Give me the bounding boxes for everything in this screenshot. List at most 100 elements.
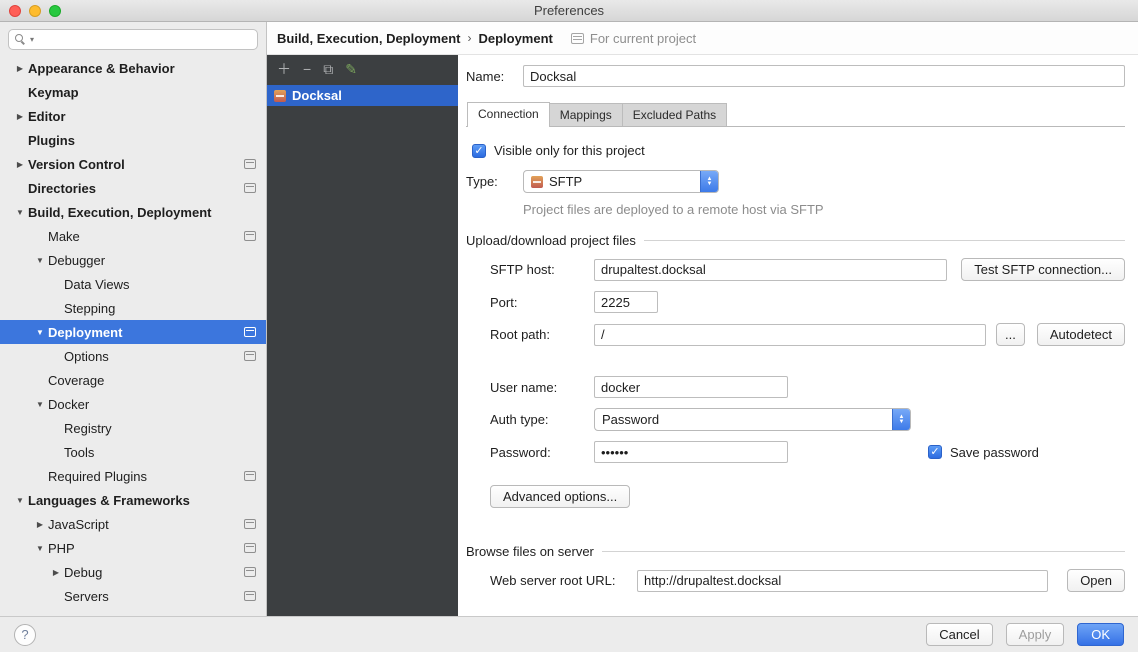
breadcrumb-deployment[interactable]: Deployment xyxy=(478,31,552,46)
visible-only-label: Visible only for this project xyxy=(494,143,645,158)
server-list-panel: ＋ − ⧉ ✎ Docksal xyxy=(267,55,458,616)
open-button[interactable]: Open xyxy=(1067,569,1125,592)
footer-buttons: Cancel Apply OK xyxy=(926,623,1124,646)
test-sftp-connection-button[interactable]: Test SFTP connection... xyxy=(961,258,1125,281)
sidebar-item-label: Required Plugins xyxy=(48,469,147,484)
sidebar-item-label: Coverage xyxy=(48,373,104,388)
sidebar-item-label: Keymap xyxy=(28,85,79,100)
type-row: Type: SFTP ▲▼ xyxy=(466,170,1125,193)
sidebar-item-make[interactable]: Make xyxy=(0,224,266,248)
chevron-right-icon[interactable]: ▶ xyxy=(14,112,26,121)
sidebar-item-label: Docker xyxy=(48,397,89,412)
sidebar-item-appearance-behavior[interactable]: ▶Appearance & Behavior xyxy=(0,56,266,80)
upload-section-title: Upload/download project files xyxy=(466,233,636,248)
chevron-right-icon[interactable]: ▶ xyxy=(14,160,26,169)
chevron-right-icon[interactable]: ▶ xyxy=(50,568,62,577)
sidebar-item-required-plugins[interactable]: Required Plugins xyxy=(0,464,266,488)
chevron-down-icon[interactable]: ▼ xyxy=(14,208,26,217)
sidebar-item-servers[interactable]: Servers xyxy=(0,584,266,608)
advanced-options-row: Advanced options... xyxy=(490,485,1125,508)
chevron-down-icon[interactable]: ▼ xyxy=(34,256,46,265)
copy-server-button[interactable]: ⧉ xyxy=(323,62,333,76)
sftp-host-row: SFTP host: Test SFTP connection... xyxy=(490,258,1125,281)
save-password-checkbox[interactable] xyxy=(928,445,942,459)
sidebar-item-languages-frameworks[interactable]: ▼Languages & Frameworks xyxy=(0,488,266,512)
sidebar-item-docker[interactable]: ▼Docker xyxy=(0,392,266,416)
sidebar-item-plugins[interactable]: Plugins xyxy=(0,128,266,152)
apply-button[interactable]: Apply xyxy=(1006,623,1065,646)
project-scope-icon xyxy=(244,567,256,577)
breadcrumb-build-execution-deployment[interactable]: Build, Execution, Deployment xyxy=(277,31,460,46)
sidebar-item-keymap[interactable]: Keymap xyxy=(0,80,266,104)
sidebar-item-build-execution-deployment[interactable]: ▼Build, Execution, Deployment xyxy=(0,200,266,224)
deployment-server-icon xyxy=(274,90,286,102)
sidebar-item-debug[interactable]: ▶Debug xyxy=(0,560,266,584)
sidebar-item-javascript[interactable]: ▶JavaScript xyxy=(0,512,266,536)
password-label: Password: xyxy=(490,445,594,460)
auth-type-label: Auth type: xyxy=(490,412,594,427)
sidebar-item-php[interactable]: ▼PHP xyxy=(0,536,266,560)
password-input[interactable] xyxy=(594,441,788,463)
chevron-down-icon[interactable]: ▼ xyxy=(34,400,46,409)
sidebar-item-data-views[interactable]: Data Views xyxy=(0,272,266,296)
cancel-button[interactable]: Cancel xyxy=(926,623,992,646)
sidebar-item-tools[interactable]: Tools xyxy=(0,440,266,464)
chevron-down-icon[interactable]: ▼ xyxy=(34,328,46,337)
chevron-down-icon[interactable]: ▼ xyxy=(14,496,26,505)
sidebar-item-debugger[interactable]: ▼Debugger xyxy=(0,248,266,272)
zoom-button[interactable] xyxy=(49,5,61,17)
close-button[interactable] xyxy=(9,5,21,17)
project-scope-icon xyxy=(244,351,256,361)
tab-excluded-paths[interactable]: Excluded Paths xyxy=(622,103,727,126)
project-scope-icon xyxy=(244,471,256,481)
visible-only-checkbox[interactable] xyxy=(472,144,486,158)
chevron-down-icon[interactable]: ▼ xyxy=(34,544,46,553)
sftp-host-input[interactable] xyxy=(594,259,947,281)
web-root-input[interactable] xyxy=(637,570,1048,592)
settings-search-input[interactable]: ▾ xyxy=(8,29,258,50)
remove-server-button[interactable]: − xyxy=(303,62,311,76)
search-dropdown-icon[interactable]: ▾ xyxy=(30,35,34,44)
auth-type-select[interactable]: Password ▲▼ xyxy=(594,408,911,431)
window-title: Preferences xyxy=(534,3,604,18)
sidebar-item-label: Make xyxy=(48,229,80,244)
server-list: Docksal xyxy=(267,82,458,616)
search-icon xyxy=(15,34,26,45)
settings-sidebar: ▾ ▶Appearance & Behavior Keymap ▶EditorPlu… xyxy=(0,22,267,616)
section-divider xyxy=(602,551,1125,552)
sidebar-item-options[interactable]: Options xyxy=(0,344,266,368)
tab-connection[interactable]: Connection xyxy=(467,102,550,127)
browse-section-title: Browse files on server xyxy=(466,544,594,559)
edit-server-button[interactable]: ✎ xyxy=(345,62,357,76)
deployment-form: Name: Connection Mappings Excluded Paths… xyxy=(458,55,1138,616)
sidebar-item-deployment[interactable]: ▼Deployment xyxy=(0,320,266,344)
server-item-docksal[interactable]: Docksal xyxy=(267,85,458,106)
sidebar-item-version-control[interactable]: ▶Version Control xyxy=(0,152,266,176)
root-path-label: Root path: xyxy=(490,327,594,342)
server-item-label: Docksal xyxy=(292,88,342,103)
sidebar-item-registry[interactable]: Registry xyxy=(0,416,266,440)
root-path-input[interactable] xyxy=(594,324,986,346)
name-input[interactable] xyxy=(523,65,1125,87)
minimize-button[interactable] xyxy=(29,5,41,17)
ok-button[interactable]: OK xyxy=(1077,623,1124,646)
sidebar-item-stepping[interactable]: Stepping xyxy=(0,296,266,320)
tab-mappings[interactable]: Mappings xyxy=(549,103,623,126)
help-button[interactable]: ? xyxy=(14,624,36,646)
sidebar-item-directories[interactable]: Directories xyxy=(0,176,266,200)
add-server-button[interactable]: ＋ xyxy=(277,62,291,76)
traffic-lights xyxy=(9,5,61,17)
server-toolbar: ＋ − ⧉ ✎ xyxy=(267,55,458,82)
project-scope-icon xyxy=(244,231,256,241)
type-select[interactable]: SFTP ▲▼ xyxy=(523,170,719,193)
sidebar-item-editor[interactable]: ▶Editor xyxy=(0,104,266,128)
user-name-input[interactable] xyxy=(594,376,788,398)
user-name-row: User name: xyxy=(490,376,1125,398)
sidebar-item-coverage[interactable]: Coverage xyxy=(0,368,266,392)
chevron-right-icon[interactable]: ▶ xyxy=(14,64,26,73)
advanced-options-button[interactable]: Advanced options... xyxy=(490,485,630,508)
chevron-right-icon[interactable]: ▶ xyxy=(34,520,46,529)
browse-root-path-button[interactable]: ... xyxy=(996,323,1025,346)
port-input[interactable] xyxy=(594,291,658,313)
autodetect-button[interactable]: Autodetect xyxy=(1037,323,1125,346)
